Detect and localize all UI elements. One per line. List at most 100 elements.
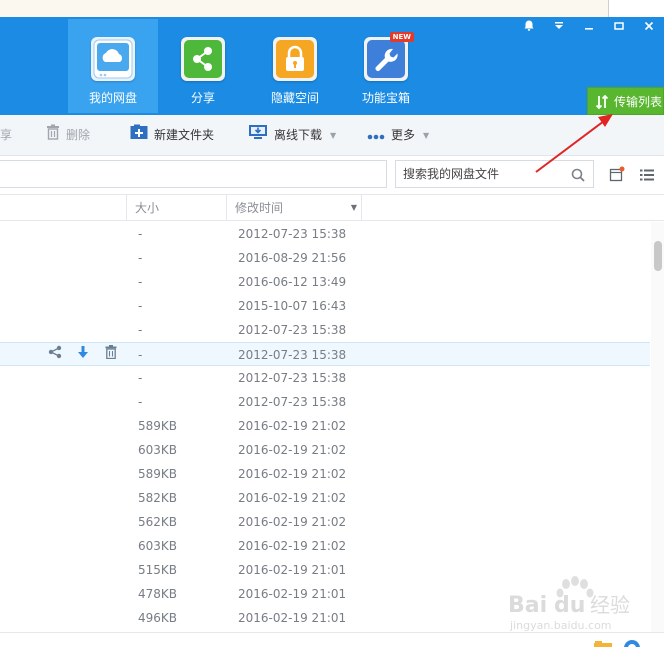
table-row[interactable]: - 2016-08-29 21:56 [0, 246, 650, 270]
svg-text:jingyan.baidu.com: jingyan.baidu.com [509, 619, 612, 632]
trash-icon [46, 116, 60, 156]
close-icon[interactable] [634, 17, 664, 39]
file-modified: 2016-08-29 21:56 [238, 251, 347, 265]
delete-label: 删除 [66, 128, 91, 142]
caret-down-icon: ▼ [330, 130, 337, 140]
file-size: 496KB [138, 611, 178, 625]
file-modified: 2016-02-19 21:01 [238, 611, 347, 625]
file-modified: 2012-07-23 15:38 [238, 323, 347, 337]
table-row[interactable]: - 2012-07-23 15:38 [0, 390, 650, 414]
offline-download-button[interactable]: 离线下载 ▼ [248, 115, 336, 155]
file-modified: 2016-02-19 21:01 [238, 563, 347, 577]
scrollbar-thumb[interactable] [654, 241, 662, 271]
table-row[interactable]: 582KB 2016-02-19 21:02 [0, 486, 650, 510]
file-modified: 2016-06-12 13:49 [238, 275, 347, 289]
file-size: 582KB [138, 491, 178, 505]
file-modified: 2016-02-19 21:01 [238, 587, 347, 601]
top-strip-edge [608, 0, 664, 17]
list-view-icon[interactable] [639, 167, 655, 186]
file-size: 589KB [138, 419, 178, 433]
table-row[interactable]: 603KB 2016-02-19 21:02 [0, 438, 650, 462]
file-size: - [138, 275, 143, 289]
table-row[interactable]: - 2012-07-23 15:38 [0, 318, 650, 342]
vertical-scrollbar[interactable] [651, 222, 664, 632]
thumbnail-view-icon[interactable] [609, 166, 625, 186]
table-row[interactable]: 589KB 2016-02-19 21:02 [0, 414, 650, 438]
nav-label: 我的网盘 [88, 91, 137, 105]
lock-icon [273, 37, 317, 81]
new-badge: NEW [389, 32, 414, 42]
table-row[interactable]: - 2012-07-23 15:38 [0, 366, 650, 390]
minimize-icon[interactable] [574, 17, 604, 39]
table-row[interactable]: - 2012-07-23 15:38 [0, 222, 650, 246]
file-size: 589KB [138, 467, 178, 481]
more-dots-icon [367, 116, 385, 156]
nav-my-drive[interactable]: 我的网盘 [68, 19, 158, 113]
transfer-list-label: 传输列表 [614, 95, 663, 109]
svg-text:经验: 经验 [590, 593, 630, 617]
search-row [0, 156, 664, 194]
nav-hidden-space[interactable]: 隐藏空间 [250, 19, 340, 113]
column-header: 大小 修改时间 ▼ [0, 194, 664, 221]
table-row-hovered[interactable]: - 2012-07-23 15:38 [0, 342, 650, 366]
nav-label: 隐藏空间 [270, 91, 319, 105]
table-row[interactable]: - 2016-06-12 13:49 [0, 270, 650, 294]
baidu-watermark: Bai du 经验 jingyan.baidu.com [508, 574, 648, 634]
search-input[interactable] [403, 166, 563, 182]
column-modified-label: 修改时间 [235, 201, 284, 215]
file-size: 562KB [138, 515, 178, 529]
column-size[interactable]: 大小 [126, 195, 226, 221]
file-size: 603KB [138, 443, 178, 457]
file-modified: 2015-10-07 16:43 [238, 299, 347, 313]
grid-icon[interactable] [563, 639, 579, 647]
new-folder-button[interactable]: 新建文件夹 [130, 115, 214, 155]
file-modified: 2012-07-23 15:38 [238, 395, 347, 409]
new-folder-icon [130, 116, 148, 156]
more-button[interactable]: 更多 ▼ [367, 115, 429, 155]
file-modified: 2016-02-19 21:02 [238, 539, 347, 553]
table-row[interactable]: 603KB 2016-02-19 21:02 [0, 534, 650, 558]
file-list: - 2012-07-23 15:38 - 2016-08-29 21:56 - 201… [0, 222, 650, 632]
file-modified: 2016-02-19 21:02 [238, 467, 347, 481]
delete-button[interactable]: 删除 [46, 115, 90, 155]
toolbar: 享 删除 新建文件夹 离线下载 ▼ 更多 ▼ [0, 115, 664, 156]
maximize-icon[interactable] [604, 17, 634, 39]
share-label: 享 [0, 128, 13, 142]
file-size: 478KB [138, 587, 178, 601]
file-modified: 2016-02-19 21:02 [238, 443, 347, 457]
nav-toolbox[interactable]: NEW 功能宝箱 [341, 19, 431, 113]
file-size: - [138, 371, 143, 385]
transfer-list-button[interactable]: 传输列表 [587, 87, 664, 115]
table-row[interactable]: 562KB 2016-02-19 21:02 [0, 510, 650, 534]
svg-text:du: du [554, 593, 585, 618]
table-row[interactable]: 589KB 2016-02-19 21:02 [0, 462, 650, 486]
nav-label: 功能宝箱 [361, 91, 410, 105]
file-size: - [138, 323, 143, 337]
share-icon[interactable] [46, 345, 64, 365]
file-modified: 2012-07-23 15:38 [238, 227, 347, 241]
toolbox-icon: NEW [364, 32, 414, 81]
cloud-drive-icon [91, 37, 135, 81]
sort-desc-icon: ▼ [350, 203, 357, 212]
new-folder-label: 新建文件夹 [154, 128, 215, 142]
download-icon[interactable] [74, 345, 92, 365]
column-modified[interactable]: 修改时间 ▼ [226, 195, 362, 221]
file-size: - [138, 395, 143, 409]
bell-icon[interactable] [514, 17, 544, 39]
folder-icon[interactable] [594, 637, 612, 647]
nav-share[interactable]: 分享 [158, 19, 248, 113]
help-icon[interactable] [623, 636, 641, 647]
dropdown-menu-icon[interactable] [544, 17, 574, 39]
window-controls [514, 17, 664, 39]
trash-icon[interactable] [102, 345, 120, 365]
more-label: 更多 [391, 128, 416, 142]
search-box [395, 160, 594, 188]
file-size: 603KB [138, 539, 178, 553]
caret-down-icon: ▼ [423, 130, 430, 140]
search-icon[interactable] [571, 167, 585, 186]
path-breadcrumb-box[interactable] [0, 160, 387, 188]
file-size: - [138, 227, 143, 241]
row-actions [46, 345, 120, 365]
table-row[interactable]: - 2015-10-07 16:43 [0, 294, 650, 318]
share-button[interactable]: 享 [0, 115, 12, 155]
